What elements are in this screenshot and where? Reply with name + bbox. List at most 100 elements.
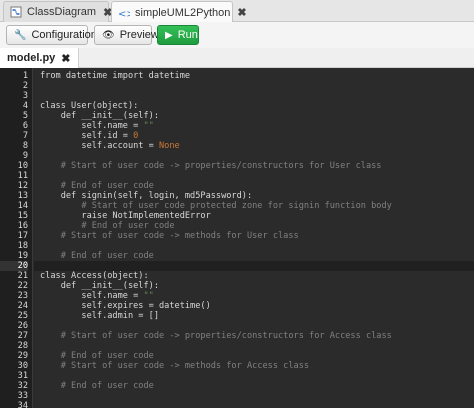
code-token: "" <box>143 121 154 131</box>
code-token: # Start of user code protected zone for … <box>40 201 392 211</box>
line-number: 29 <box>17 351 28 361</box>
code-token: 0 <box>133 131 139 141</box>
line-number: 28 <box>17 341 28 351</box>
code-token: None <box>159 141 180 151</box>
code-line[interactable] <box>34 261 474 271</box>
code-token: # Start of user code -> properties/const… <box>40 331 392 341</box>
wrench-icon: 🔧 <box>14 29 27 41</box>
line-number: 9 <box>22 151 28 161</box>
code-line[interactable]: class Access(object): <box>34 271 474 281</box>
code-token: def __init__(self): <box>40 111 159 121</box>
line-number: 26 <box>17 321 28 331</box>
line-number: 6 <box>22 121 28 131</box>
code-line[interactable] <box>34 171 474 181</box>
code-token: # Start of user code -> properties/const… <box>40 161 382 171</box>
code-line[interactable] <box>34 81 474 91</box>
editor-tab-bar: ClassDiagram ✖ <> simpleUML2Python ✖ <box>0 0 474 23</box>
code-line[interactable]: # End of user code <box>34 221 474 231</box>
code-line[interactable] <box>34 151 474 161</box>
close-icon[interactable]: ✖ <box>61 52 70 65</box>
line-number: 32 <box>17 381 28 391</box>
toolbar: 🔧 Configuration 👁 Preview ▶ Run <box>0 22 474 48</box>
code-line[interactable] <box>34 401 474 408</box>
code-line[interactable]: # Start of user code -> properties/const… <box>34 161 474 171</box>
code-line[interactable] <box>34 371 474 381</box>
line-number: 31 <box>17 371 28 381</box>
code-line[interactable]: # Start of user code -> methods for Acce… <box>34 361 474 371</box>
code-line[interactable]: # Start of user code -> methods for User… <box>34 231 474 241</box>
run-button[interactable]: ▶ Run <box>157 25 199 45</box>
line-number: 25 <box>17 311 28 321</box>
code-token: self.admin = [] <box>40 311 159 321</box>
line-number: 33 <box>17 391 28 401</box>
play-icon: ▶ <box>165 29 173 41</box>
code-line[interactable]: raise NotImplementedError <box>34 211 474 221</box>
line-number: 23 <box>17 291 28 301</box>
tab-model-py[interactable]: model.py ✖ <box>0 48 79 68</box>
file-tab-bar: model.py ✖ <box>0 48 474 68</box>
configuration-button[interactable]: 🔧 Configuration <box>6 25 97 45</box>
code-line[interactable]: # End of user code <box>34 381 474 391</box>
code-line[interactable] <box>34 391 474 401</box>
code-line[interactable]: def signin(self, login, md5Password): <box>34 191 474 201</box>
code-token: # End of user code <box>40 181 154 191</box>
line-number: 27 <box>17 331 28 341</box>
code-token: self.expires = datetime() <box>40 301 211 311</box>
code-line[interactable] <box>34 341 474 351</box>
tab-simpleuml2python[interactable]: <> simpleUML2Python ✖ <box>111 1 247 23</box>
line-number: 21 <box>17 271 28 281</box>
eye-icon: 👁 <box>102 29 115 41</box>
line-number: 14 <box>17 201 28 211</box>
diagram-icon <box>10 6 22 18</box>
code-line[interactable] <box>34 321 474 331</box>
line-number: 22 <box>17 281 28 291</box>
line-number: 8 <box>22 141 28 151</box>
line-number: 30 <box>17 361 28 371</box>
line-number: 18 <box>17 241 28 251</box>
code-line[interactable] <box>34 91 474 101</box>
code-line[interactable]: # End of user code <box>34 251 474 261</box>
line-number: 34 <box>17 401 28 408</box>
code-token: from datetime import datetime <box>40 71 191 81</box>
code-line[interactable]: # Start of user code -> properties/const… <box>34 331 474 341</box>
code-line[interactable]: # End of user code <box>34 181 474 191</box>
code-line[interactable]: self.admin = [] <box>34 311 474 321</box>
code-line[interactable]: class User(object): <box>34 101 474 111</box>
code-token: # Start of user code -> methods for User… <box>40 231 299 241</box>
code-token: class User(object): <box>40 101 139 111</box>
close-icon[interactable]: ✖ <box>237 6 246 19</box>
preview-label: Preview <box>119 29 159 41</box>
run-label: Run <box>177 29 198 41</box>
code-line[interactable]: self.expires = datetime() <box>34 301 474 311</box>
code-line[interactable]: # Start of user code protected zone for … <box>34 201 474 211</box>
line-number: 2 <box>22 81 28 91</box>
line-number: 12 <box>17 181 28 191</box>
tab-classdiagram[interactable]: ClassDiagram ✖ <box>3 1 112 22</box>
code-token: raise NotImplementedError <box>40 211 211 221</box>
code-line[interactable]: def __init__(self): <box>34 111 474 121</box>
code-token: "" <box>143 291 154 301</box>
code-token: class Access(object): <box>40 271 149 281</box>
code-line[interactable]: self.account = None <box>34 141 474 151</box>
line-number: 16 <box>17 221 28 231</box>
code-line[interactable]: # End of user code <box>34 351 474 361</box>
code-area[interactable]: from datetime import datetime class User(… <box>34 68 474 408</box>
code-token: # End of user code <box>40 351 154 361</box>
line-number: 15 <box>17 211 28 221</box>
code-editor[interactable]: 1 2 3 4 5 6 7 8 9 10 11 12 13 14 15 16 17 18 19 20 21 22 23 24 2… <box>0 68 474 408</box>
code-line[interactable]: from datetime import datetime <box>34 71 474 81</box>
preview-button[interactable]: 👁 Preview <box>94 25 159 45</box>
code-line[interactable]: def __init__(self): <box>34 281 474 291</box>
code-token: self.name = <box>40 291 144 301</box>
line-number: 1 <box>22 71 28 81</box>
tab-label: ClassDiagram <box>27 6 97 18</box>
line-number: 5 <box>22 111 28 121</box>
code-line[interactable]: self.id = 0 <box>34 131 474 141</box>
code-token: # End of user code <box>40 381 154 391</box>
line-number: 4 <box>22 101 28 111</box>
transform-icon: <> <box>118 7 135 20</box>
code-line[interactable] <box>34 241 474 251</box>
file-tab-label: model.py <box>7 52 56 64</box>
code-line[interactable]: self.name = "" <box>34 291 474 301</box>
code-line[interactable]: self.name = "" <box>34 121 474 131</box>
